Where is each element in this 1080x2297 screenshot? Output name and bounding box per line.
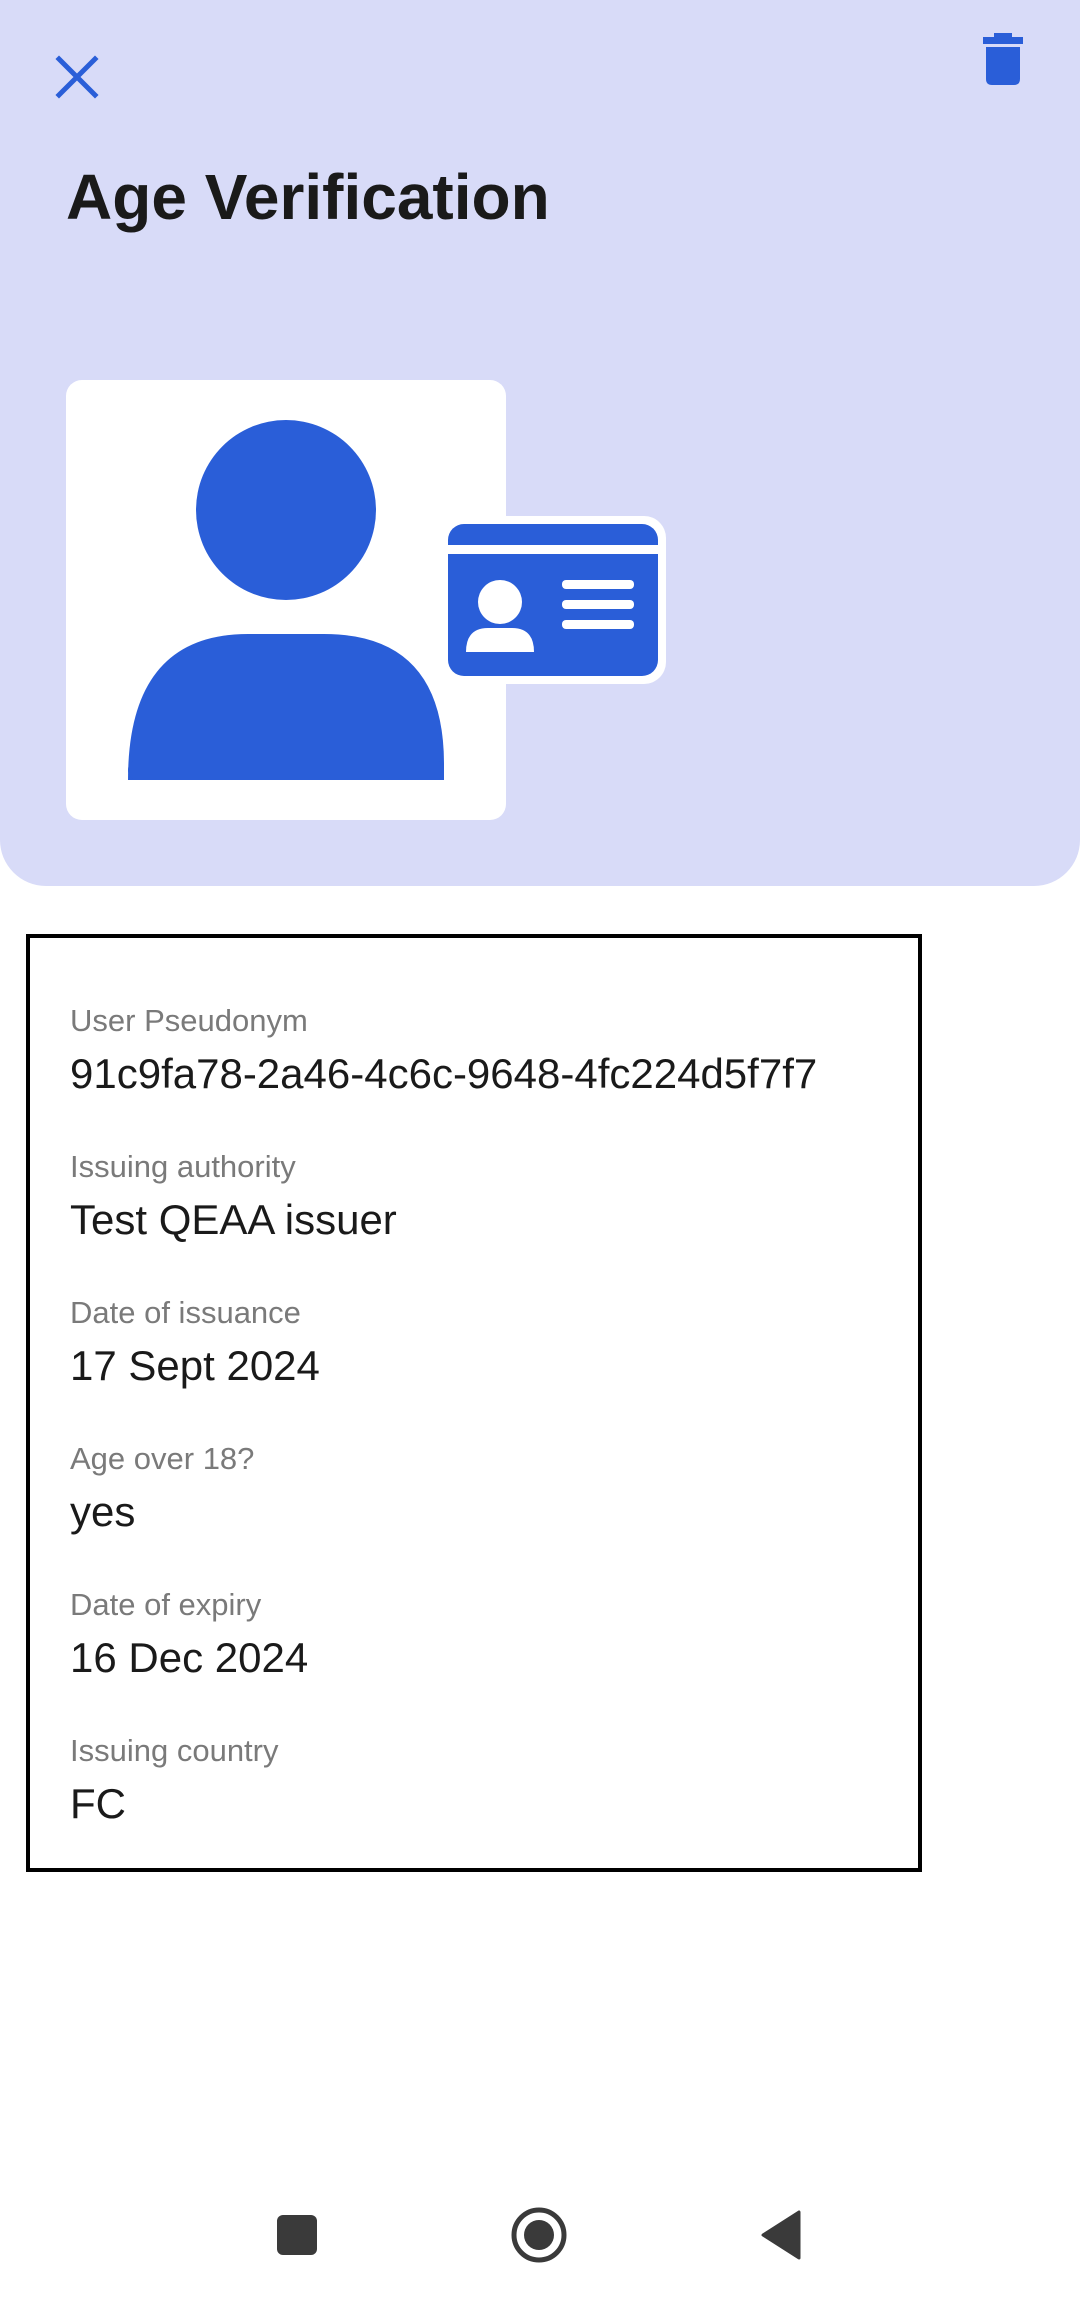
field-age-over-18: Age over 18? yes bbox=[70, 1440, 918, 1586]
back-button[interactable] bbox=[736, 2190, 826, 2280]
back-triangle-icon bbox=[761, 2210, 801, 2260]
person-id-card-icon bbox=[66, 380, 666, 820]
screen: Age Verification User Pseudonym 91c9fa78… bbox=[0, 0, 1080, 2297]
home-button[interactable] bbox=[494, 2190, 584, 2280]
square-icon bbox=[277, 2215, 317, 2255]
page-title: Age Verification bbox=[66, 161, 550, 233]
field-label: User Pseudonym bbox=[70, 1003, 308, 1038]
credential-details: User Pseudonym 91c9fa78-2a46-4c6c-9648-4… bbox=[26, 934, 922, 1872]
recents-button[interactable] bbox=[252, 2190, 342, 2280]
close-icon bbox=[55, 55, 99, 99]
field-label: Date of issuance bbox=[70, 1295, 301, 1330]
field-value: 17 Sept 2024 bbox=[70, 1342, 320, 1389]
close-button[interactable] bbox=[40, 40, 114, 114]
field-value: FC bbox=[70, 1780, 126, 1827]
field-label: Issuing country bbox=[70, 1733, 279, 1768]
header: Age Verification bbox=[0, 0, 1080, 886]
field-value: 16 Dec 2024 bbox=[70, 1634, 309, 1681]
field-value: yes bbox=[70, 1488, 136, 1535]
system-nav-bar bbox=[0, 2190, 1080, 2280]
field-label: Date of expiry bbox=[70, 1587, 262, 1622]
field-date-of-expiry: Date of expiry 16 Dec 2024 bbox=[70, 1586, 918, 1732]
field-label: Issuing authority bbox=[70, 1149, 296, 1184]
field-value: 91c9fa78-2a46-4c6c-9648-4fc224d5f7f7 bbox=[70, 1050, 818, 1097]
field-user-pseudonym: User Pseudonym 91c9fa78-2a46-4c6c-9648-4… bbox=[70, 1002, 918, 1148]
field-value: Test QEAA issuer bbox=[70, 1196, 397, 1243]
delete-button[interactable] bbox=[966, 22, 1040, 96]
field-label: Age over 18? bbox=[70, 1441, 255, 1476]
field-issuing-authority: Issuing authority Test QEAA issuer bbox=[70, 1148, 918, 1294]
field-date-of-issuance: Date of issuance 17 Sept 2024 bbox=[70, 1294, 918, 1440]
field-issuing-country: Issuing country FC bbox=[70, 1732, 918, 1878]
circle-icon bbox=[511, 2207, 567, 2263]
trash-icon bbox=[983, 33, 1023, 85]
